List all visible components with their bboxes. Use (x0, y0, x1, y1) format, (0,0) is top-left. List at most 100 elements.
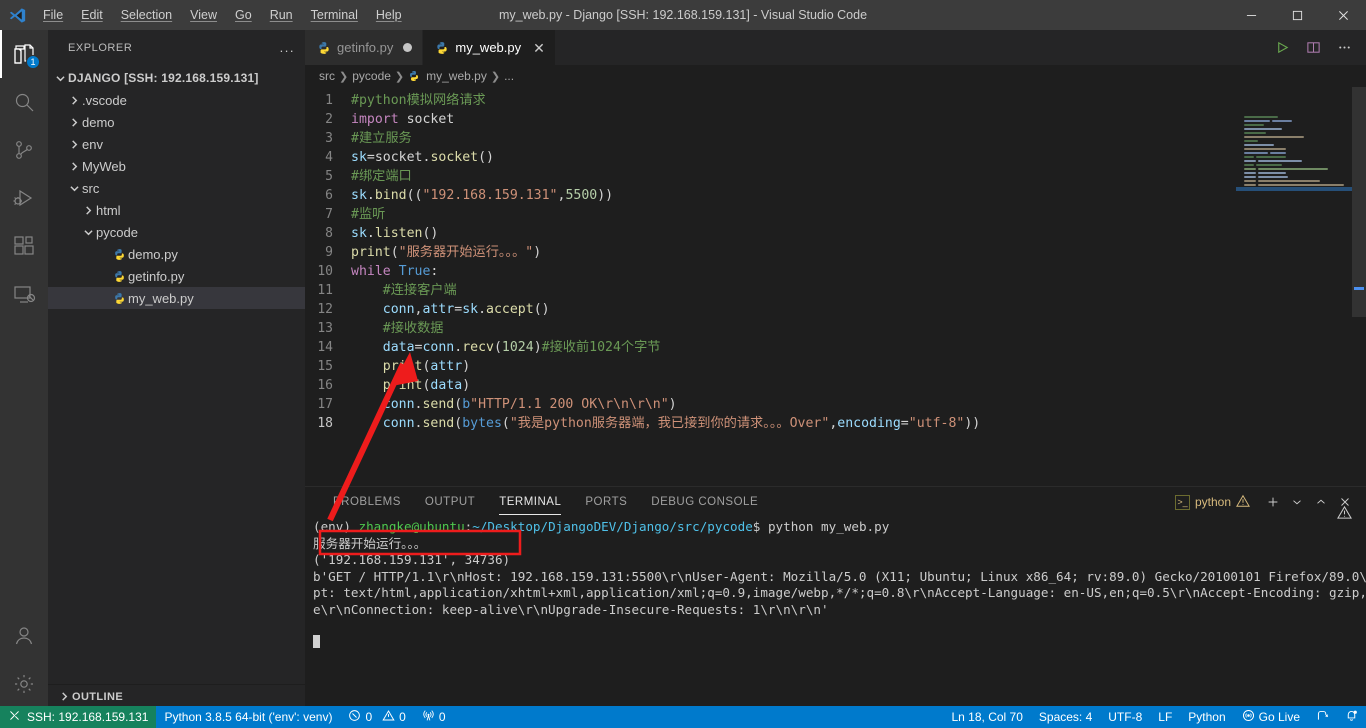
breadcrumb-item-src[interactable]: src (319, 69, 335, 83)
terminal-cursor (313, 634, 1366, 651)
run-and-debug-icon[interactable] (0, 174, 48, 222)
terminal-output-line: e\r\nConnection: keep-alive\r\nUpgrade-I… (313, 601, 829, 617)
line-number: 13 (317, 321, 333, 336)
explorer-icon[interactable]: 1 (0, 30, 48, 78)
maximize-panel-icon[interactable] (1310, 491, 1332, 513)
code-text: #连接客户端 (382, 283, 457, 298)
terminal-command: python my_web.py (760, 519, 890, 534)
remote-indicator-icon (8, 709, 21, 725)
menu-terminal[interactable]: Terminal (302, 4, 367, 26)
search-icon[interactable] (0, 78, 48, 126)
source-control-icon[interactable] (0, 126, 48, 174)
menu-go[interactable]: Go (226, 4, 261, 26)
status-language-mode[interactable]: Python (1180, 706, 1233, 728)
tab-my-web-py[interactable]: my_web.py ✕ (423, 30, 556, 65)
tree-item-getinfo-py[interactable]: getinfo.py (48, 265, 305, 287)
terminal-output[interactable]: (env) zhangke@ubuntu:~/Desktop/DjangoDEV… (305, 517, 1366, 709)
tree-root-django[interactable]: DJANGO [SSH: 192.168.159.131] (48, 67, 305, 89)
status-indentation[interactable]: Spaces: 4 (1031, 706, 1100, 728)
menu-selection[interactable]: Selection (112, 4, 181, 26)
tab-output[interactable]: OUTPUT (413, 487, 487, 517)
code-line: 12 conn,attr=sk.accept() (305, 300, 1366, 319)
status-problems[interactable]: 0 0 (340, 706, 413, 728)
menu-edit[interactable]: Edit (72, 4, 112, 26)
chevron-down-icon (80, 228, 96, 237)
menu-view[interactable]: View (181, 4, 226, 26)
terminal-selector[interactable]: >_ python (1171, 493, 1254, 512)
tree-item-my-web-py[interactable]: my_web.py (48, 287, 305, 309)
line-number: 1 (325, 93, 333, 108)
tab-terminal[interactable]: TERMINAL (487, 487, 573, 517)
terminal-user-host: zhangke@ubuntu (358, 519, 465, 534)
tree-item-src[interactable]: src (48, 177, 305, 199)
code-editor[interactable]: 1 #python模拟网络请求 2 import socket 3 #建立服务 4 sk=so… (305, 87, 1366, 485)
tab-getinfo-py[interactable]: getinfo.py (305, 30, 424, 65)
new-terminal-icon[interactable] (1262, 491, 1284, 513)
editor-vertical-scrollbar[interactable] (1352, 87, 1366, 485)
tab-debug-console[interactable]: DEBUG CONSOLE (639, 487, 770, 517)
breadcrumb-item-pycode[interactable]: pycode (352, 69, 391, 83)
language-label: Python (1188, 710, 1226, 724)
run-python-file-icon[interactable] (1268, 33, 1296, 63)
menu-file[interactable]: File (34, 4, 72, 26)
code-line: 3 #建立服务 (305, 129, 1366, 148)
status-remote-ssh[interactable]: SSH: 192.168.159.131 (0, 706, 157, 728)
split-editor-icon[interactable] (1299, 33, 1327, 63)
python-file-icon (435, 41, 449, 55)
unsaved-indicator-icon[interactable] (403, 43, 413, 52)
code-line: 15 print(attr) (305, 357, 1366, 376)
tree-item--vscode[interactable]: .vscode (48, 89, 305, 111)
outline-section-header[interactable]: OUTLINE (48, 684, 305, 708)
tree-item-label: my_web.py (128, 290, 194, 306)
tree-item-demo-py[interactable]: demo.py (48, 243, 305, 265)
tab-ports[interactable]: PORTS (573, 487, 639, 517)
tree-item-html[interactable]: html (48, 199, 305, 221)
status-cursor-position[interactable]: Ln 18, Col 70 (944, 706, 1031, 728)
code-text: sk.bind(("192.168.159.131",5500)) (351, 188, 614, 203)
maximize-icon[interactable] (1274, 0, 1320, 30)
line-number: 18 (317, 416, 333, 431)
status-feedback[interactable] (1308, 706, 1337, 728)
python-interpreter-label: Python 3.8.5 64-bit ('env': venv) (164, 710, 333, 724)
status-notifications[interactable] (1337, 706, 1366, 728)
remote-explorer-icon[interactable] (0, 270, 48, 318)
tree-item-env[interactable]: env (48, 133, 305, 155)
explorer-more-actions-icon[interactable]: ... (280, 40, 295, 55)
code-line: 7 #监听 (305, 205, 1366, 224)
menu-help[interactable]: Help (367, 4, 411, 26)
tree-item-pycode[interactable]: pycode (48, 221, 305, 243)
breadcrumb: src ❯ pycode ❯ my_web.py ❯ ... (305, 65, 1366, 87)
status-ports[interactable]: 0 (414, 706, 454, 728)
minimap[interactable] (1236, 87, 1352, 485)
code-text: sk=socket.socket() (351, 150, 494, 165)
breadcrumb-item-symbols[interactable]: ... (504, 69, 514, 83)
line-number: 4 (325, 150, 333, 165)
breadcrumb-item-file[interactable]: my_web.py (426, 69, 487, 83)
menu-run[interactable]: Run (261, 4, 302, 26)
status-python-interpreter[interactable]: Python 3.8.5 64-bit ('env': venv) (156, 706, 340, 728)
minimize-icon[interactable] (1228, 0, 1274, 30)
close-icon[interactable] (1320, 0, 1366, 30)
ports-radio-tower-icon (422, 709, 435, 725)
status-eol[interactable]: LF (1150, 706, 1180, 728)
terminal-warning-icon (1337, 505, 1352, 523)
code-text: #监听 (351, 207, 386, 222)
tree-item-label: MyWeb (82, 158, 126, 174)
tree-item-myweb[interactable]: MyWeb (48, 155, 305, 177)
accounts-icon[interactable] (0, 612, 48, 660)
tab-label: getinfo.py (337, 40, 394, 55)
tree-item-label: pycode (96, 224, 138, 240)
chevron-down-icon[interactable] (1286, 491, 1308, 513)
tree-item-demo[interactable]: demo (48, 111, 305, 133)
tab-problems[interactable]: PROBLEMS (321, 487, 413, 517)
indentation-label: Spaces: 4 (1038, 710, 1093, 724)
extensions-icon[interactable] (0, 222, 48, 270)
settings-gear-icon[interactable] (0, 660, 48, 708)
status-go-live[interactable]: Go Live (1234, 706, 1308, 728)
more-actions-icon[interactable] (1330, 33, 1358, 63)
code-line: 11 #连接客户端 (305, 281, 1366, 300)
scrollbar-thumb[interactable] (1352, 87, 1366, 317)
status-encoding[interactable]: UTF-8 (1100, 706, 1150, 728)
close-tab-icon[interactable]: ✕ (533, 41, 545, 55)
vscode-logo-icon (0, 7, 34, 24)
